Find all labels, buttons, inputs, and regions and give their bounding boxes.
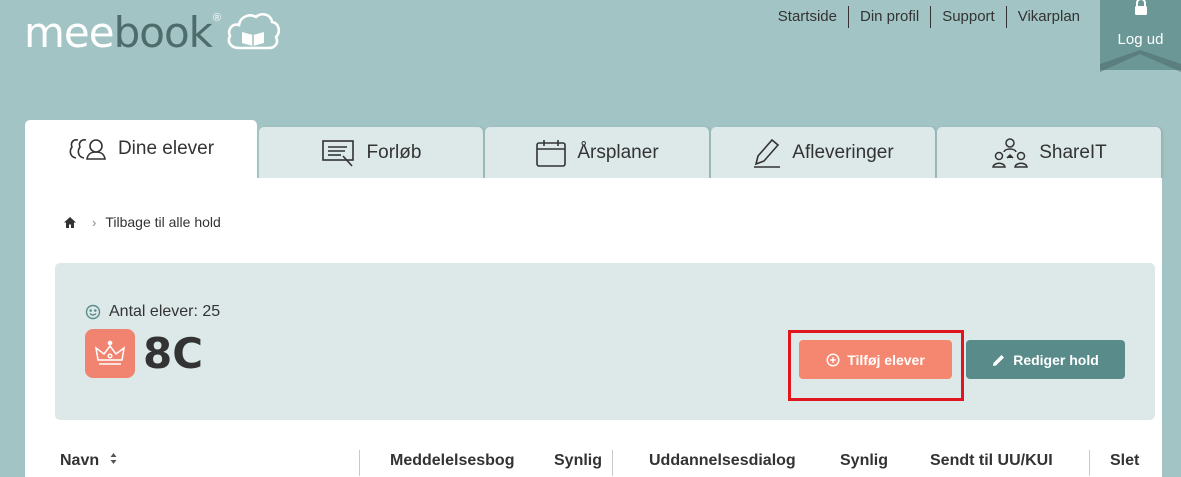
tab-label: Afleveringer	[792, 141, 894, 163]
edit-team-button[interactable]: Rediger hold	[966, 340, 1125, 379]
column-sendt-til-uu-kui: Sendt til UU/KUI	[930, 452, 1053, 469]
add-students-button[interactable]: Tilføj elever	[799, 340, 952, 379]
logo-text: meebook	[24, 8, 213, 57]
main-content: › Tilbage til alle hold Antal elever: 25	[25, 178, 1162, 477]
back-to-all-teams-link[interactable]: Tilbage til alle hold	[105, 214, 220, 230]
logo-registered-mark: ®	[212, 12, 222, 24]
share-icon	[991, 137, 1029, 169]
tab-label: Årsplaner	[577, 141, 659, 163]
sort-icon[interactable]	[110, 451, 117, 471]
class-card: Antal elever: 25 8C Tilføj elever Redige…	[55, 263, 1155, 420]
column-divider	[612, 450, 613, 476]
logout-label: Log ud	[1117, 31, 1164, 48]
crown-icon	[94, 340, 126, 368]
chevron-right-icon: ›	[92, 214, 97, 230]
smiley-icon	[85, 304, 101, 320]
cloud-book-icon	[225, 10, 281, 57]
tab-aarsplaner[interactable]: Årsplaner	[485, 127, 709, 178]
class-name: 8C	[143, 329, 204, 378]
tab-shareit[interactable]: ShareIT	[937, 127, 1161, 178]
students-table-header: Navn Meddelelsesbog Synlig Uddannelsesdi…	[25, 443, 1162, 477]
add-students-label: Tilføj elever	[847, 351, 925, 368]
column-meddelelsesbog: Meddelelsesbog	[390, 452, 515, 469]
nav-support[interactable]: Support	[930, 6, 1006, 28]
tab-label: ShareIT	[1039, 141, 1107, 163]
column-synlig-1: Synlig	[554, 452, 603, 469]
tab-label: Dine elever	[117, 138, 215, 159]
pencil-icon	[992, 353, 1006, 367]
tab-afleveringer[interactable]: Afleveringer	[711, 127, 935, 178]
breadcrumb: › Tilbage til alle hold	[63, 214, 221, 230]
nav-vikarplan[interactable]: Vikarplan	[1005, 6, 1090, 28]
class-badge	[85, 329, 135, 378]
pen-icon	[752, 137, 782, 169]
nav-din-profil[interactable]: Din profil	[848, 6, 930, 28]
tab-dine-elever[interactable]: Dine elever	[25, 120, 257, 178]
course-icon	[321, 138, 357, 168]
tab-forloeb[interactable]: Forløb	[259, 127, 483, 178]
column-divider	[359, 450, 360, 476]
column-navn[interactable]: Navn	[60, 451, 117, 471]
calendar-icon	[535, 138, 567, 168]
column-uddannelsesdialog: Uddannelsesdialog	[649, 452, 796, 469]
top-navigation: Startside Din profil Support Vikarplan	[767, 6, 1090, 28]
students-count: Antal elever: 25	[85, 303, 220, 321]
plus-circle-icon	[826, 352, 840, 367]
column-slet: Slet	[1110, 452, 1140, 469]
column-divider	[1089, 450, 1090, 476]
chevron-up-icon	[1100, 50, 1181, 72]
students-count-label: Antal elever: 25	[109, 303, 221, 320]
nav-startside[interactable]: Startside	[767, 6, 848, 28]
main-tabs: Dine elever Forløb Årsplaner Afleveringe…	[25, 120, 1162, 178]
column-synlig-2: Synlig	[840, 452, 889, 469]
meebook-logo[interactable]: meebook ®	[24, 8, 281, 58]
students-icon	[68, 137, 108, 161]
home-icon[interactable]	[63, 216, 77, 229]
lock-icon	[1133, 0, 1149, 21]
tab-label: Forløb	[366, 141, 422, 163]
edit-team-label: Rediger hold	[1013, 351, 1099, 368]
